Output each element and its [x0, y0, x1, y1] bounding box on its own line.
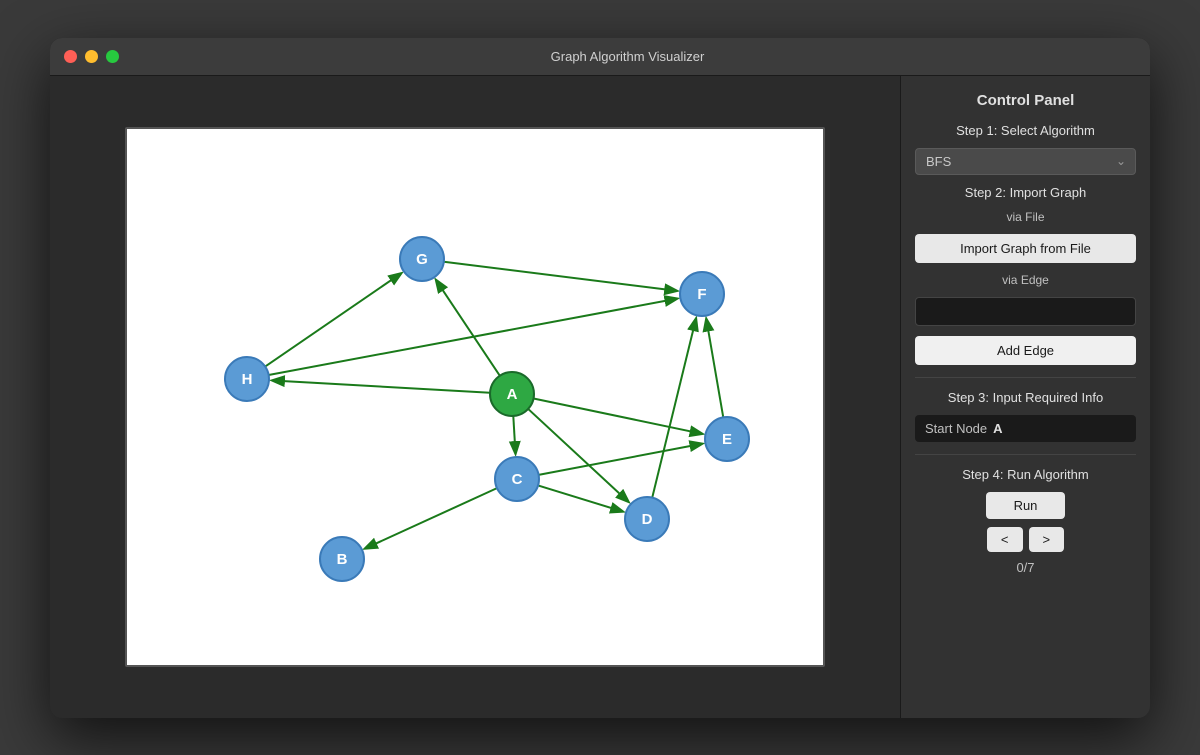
svg-text:D: D	[642, 511, 653, 528]
control-panel: Control Panel Step 1: Select Algorithm B…	[900, 76, 1150, 718]
via-file-label: via File	[915, 210, 1136, 224]
window-title: Graph Algorithm Visualizer	[119, 49, 1136, 64]
graph-canvas: A B C D E F G H	[125, 127, 825, 667]
svg-text:H: H	[242, 371, 253, 388]
step1-label: Step 1: Select Algorithm	[915, 123, 1136, 138]
graph-area: A B C D E F G H	[50, 76, 900, 718]
minimize-button[interactable]	[85, 50, 98, 63]
svg-text:A: A	[507, 386, 518, 403]
main-window: Graph Algorithm Visualizer A B C D E F G H Cont…	[50, 38, 1150, 718]
svg-text:C: C	[512, 471, 523, 488]
maximize-button[interactable]	[106, 50, 119, 63]
divider-1	[915, 377, 1136, 378]
step-counter: 0/7	[1016, 560, 1034, 575]
graph-svg: A B C D E F G H	[127, 129, 823, 665]
divider-2	[915, 454, 1136, 455]
svg-text:E: E	[722, 431, 732, 448]
edge-input[interactable]	[915, 297, 1136, 326]
algorithm-select-wrapper[interactable]: BFS DFS Dijkstra Bellman-Ford	[915, 148, 1136, 175]
step2-label: Step 2: Import Graph	[915, 185, 1136, 200]
add-edge-button[interactable]: Add Edge	[915, 336, 1136, 365]
panel-title: Control Panel	[915, 92, 1136, 109]
algorithm-select[interactable]: BFS DFS Dijkstra Bellman-Ford	[915, 148, 1136, 175]
prev-button[interactable]: <	[987, 527, 1023, 552]
import-file-button[interactable]: Import Graph from File	[915, 234, 1136, 263]
nav-buttons: < >	[987, 527, 1064, 552]
start-node-row: Start Node A	[915, 415, 1136, 442]
step4-label: Step 4: Run Algorithm	[915, 467, 1136, 482]
run-controls: Run < > 0/7	[915, 492, 1136, 575]
svg-text:B: B	[337, 551, 348, 568]
svg-text:G: G	[416, 251, 428, 268]
via-edge-label: via Edge	[915, 273, 1136, 287]
step3-label: Step 3: Input Required Info	[915, 390, 1136, 405]
start-node-label: Start Node	[925, 421, 987, 436]
next-button[interactable]: >	[1029, 527, 1065, 552]
close-button[interactable]	[64, 50, 77, 63]
svg-text:F: F	[697, 286, 706, 303]
titlebar: Graph Algorithm Visualizer	[50, 38, 1150, 76]
content-area: A B C D E F G H Control Panel Step 1: Select Al…	[50, 76, 1150, 718]
start-node-value: A	[993, 421, 1002, 436]
run-button[interactable]: Run	[986, 492, 1066, 519]
traffic-lights	[64, 50, 119, 63]
